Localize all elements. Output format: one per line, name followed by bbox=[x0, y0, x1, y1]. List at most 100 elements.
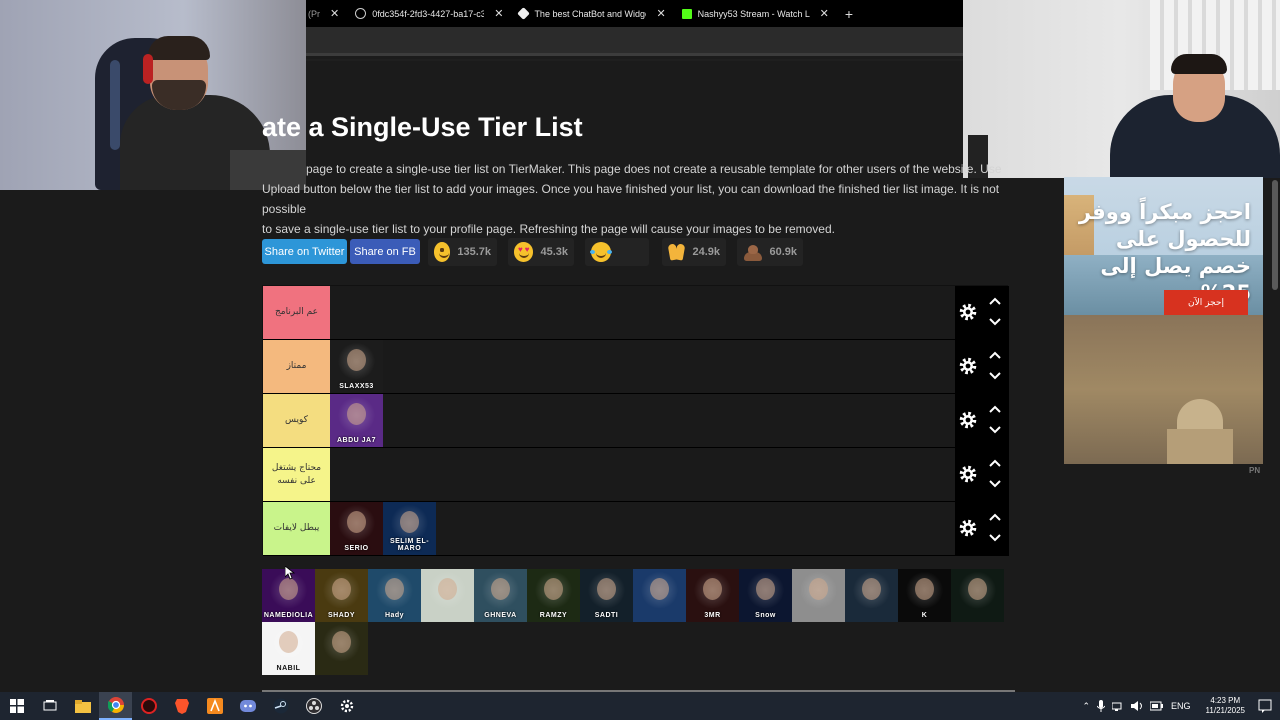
browser-tab-strip: (Pr ✕ 0fdc354f-2fd3-4427-ba17-c3f5 ✕ The… bbox=[306, 0, 963, 27]
chevron-down-icon[interactable] bbox=[989, 479, 1001, 489]
browser-toolbar bbox=[306, 27, 963, 56]
speaker-icon[interactable] bbox=[1131, 701, 1143, 711]
chevron-up-icon[interactable] bbox=[989, 404, 1001, 414]
item-caption: ABDU JA7 bbox=[336, 437, 376, 444]
tier-item-image[interactable]: SLAXX53 bbox=[330, 340, 383, 393]
grin-emoji-icon bbox=[434, 242, 451, 262]
tier-item-image[interactable]: RAMZY bbox=[527, 569, 580, 622]
close-icon[interactable]: ✕ bbox=[820, 7, 829, 20]
avatar-figure bbox=[650, 578, 669, 600]
chevron-down-icon[interactable] bbox=[989, 371, 1001, 381]
tier-item-image[interactable]: Hady bbox=[368, 569, 421, 622]
browser-tab[interactable]: 0fdc354f-2fd3-4427-ba17-c3f5 ✕ bbox=[347, 0, 511, 27]
browser-tab[interactable]: Nashyy53 Stream - Watch Live ✕ bbox=[674, 0, 837, 27]
clock[interactable]: 4:23 PM 11/21/2025 bbox=[1206, 696, 1245, 716]
tier-item-image[interactable] bbox=[315, 622, 368, 675]
tier-item-image[interactable] bbox=[792, 569, 845, 622]
tab-title: 0fdc354f-2fd3-4427-ba17-c3f5 bbox=[372, 8, 485, 19]
close-icon[interactable]: ✕ bbox=[656, 7, 665, 20]
share-twitter-button[interactable]: Share on Twitter bbox=[262, 239, 347, 264]
gear-icon[interactable] bbox=[958, 518, 978, 538]
tier-item-image[interactable]: 3MR bbox=[686, 569, 739, 622]
chevron-up-icon[interactable]: ⌃ bbox=[1082, 701, 1090, 712]
language-indicator[interactable]: ENG bbox=[1171, 701, 1191, 711]
avatar-figure bbox=[438, 578, 457, 600]
taskbar-discord[interactable] bbox=[231, 692, 264, 720]
item-caption: SHADY bbox=[327, 612, 355, 619]
tier-item-image[interactable] bbox=[421, 569, 474, 622]
tier-item-image[interactable]: SELIM EL-MARO bbox=[383, 502, 436, 555]
scrollbar-thumb[interactable] bbox=[1272, 180, 1278, 290]
avatar-figure bbox=[347, 349, 366, 371]
reaction-grin-button[interactable]: 135.7k bbox=[428, 238, 497, 266]
tier-item-image[interactable] bbox=[845, 569, 898, 622]
tier-items[interactable] bbox=[330, 286, 955, 339]
gear-icon[interactable] bbox=[958, 464, 978, 484]
heart-eyes-emoji-icon bbox=[514, 242, 534, 262]
system-tray: ⌃ ENG 4:23 PM 11/21/2025 bbox=[1082, 692, 1280, 720]
tier-item-image[interactable]: SADTI bbox=[580, 569, 633, 622]
chevron-up-icon[interactable] bbox=[989, 458, 1001, 468]
tier-label[interactable]: يبطل لايفات bbox=[263, 502, 330, 555]
tier-items[interactable] bbox=[330, 448, 955, 501]
tier-label[interactable]: محتاج يشتغل على نفسه bbox=[263, 448, 330, 501]
tier-item-image[interactable]: K bbox=[898, 569, 951, 622]
chevron-up-icon[interactable] bbox=[989, 296, 1001, 306]
headset bbox=[143, 54, 153, 84]
tier-item-image[interactable]: SERIO bbox=[330, 502, 383, 555]
close-icon[interactable]: ✕ bbox=[330, 7, 339, 20]
network-icon[interactable] bbox=[1112, 701, 1124, 711]
tier-item-image[interactable]: NABIL bbox=[262, 622, 315, 675]
gear-icon[interactable] bbox=[958, 410, 978, 430]
item-caption: Hady bbox=[384, 612, 405, 619]
taskbar-file-explorer[interactable] bbox=[66, 692, 99, 720]
tier-item-image[interactable]: ABDU JA7 bbox=[330, 394, 383, 447]
notification-icon[interactable] bbox=[1258, 699, 1272, 713]
tier-item-image[interactable] bbox=[633, 569, 686, 622]
taskbar-settings[interactable] bbox=[330, 692, 363, 720]
chevron-down-icon[interactable] bbox=[989, 425, 1001, 435]
taskbar-app[interactable] bbox=[132, 692, 165, 720]
tier-item-image[interactable]: SHADY bbox=[315, 569, 368, 622]
avatar-figure bbox=[862, 578, 881, 600]
tier-items[interactable]: SLAXX53 bbox=[330, 340, 955, 393]
tier-label[interactable]: ممتاز bbox=[263, 340, 330, 393]
reaction-raised-hands-button[interactable]: 24.9k bbox=[662, 238, 726, 266]
new-tab-button[interactable]: + bbox=[837, 6, 861, 22]
reaction-heart-eyes-button[interactable]: 45.3k bbox=[508, 238, 574, 266]
taskbar-brave[interactable] bbox=[165, 692, 198, 720]
clock-date: 11/21/2025 bbox=[1205, 706, 1245, 715]
tier-item-image[interactable]: Snow bbox=[739, 569, 792, 622]
task-view-button[interactable] bbox=[33, 692, 66, 720]
tier-items[interactable]: ABDU JA7 bbox=[330, 394, 955, 447]
reaction-poop-button[interactable]: 60.9k bbox=[737, 238, 803, 266]
taskbar-chrome[interactable] bbox=[99, 692, 132, 720]
ad-cta-button[interactable]: إحجز الآن bbox=[1164, 290, 1248, 315]
avatar-figure bbox=[491, 578, 510, 600]
tier-items[interactable]: SERIO SELIM EL-MARO bbox=[330, 502, 955, 555]
share-facebook-button[interactable]: Share on FB bbox=[350, 239, 420, 264]
browser-tab[interactable]: The best ChatBot and Widgets ✕ bbox=[511, 0, 673, 27]
tier-label[interactable]: كويس bbox=[263, 394, 330, 447]
tier-item-image[interactable]: GHNEVA bbox=[474, 569, 527, 622]
gear-icon[interactable] bbox=[958, 302, 978, 322]
chevron-down-icon[interactable] bbox=[989, 317, 1001, 327]
close-icon[interactable]: ✕ bbox=[494, 7, 503, 20]
chevron-up-icon[interactable] bbox=[989, 350, 1001, 360]
taskbar-steam[interactable] bbox=[264, 692, 297, 720]
tier-label[interactable]: عم البرنامج bbox=[263, 286, 330, 339]
chevron-down-icon[interactable] bbox=[989, 533, 1001, 543]
reaction-joy-button[interactable] bbox=[585, 238, 649, 266]
browser-tab[interactable]: (Pr ✕ bbox=[306, 0, 347, 27]
chevron-up-icon[interactable] bbox=[989, 512, 1001, 522]
raised-hands-icon bbox=[668, 242, 685, 262]
taskbar-app[interactable] bbox=[198, 692, 231, 720]
gear-icon[interactable] bbox=[958, 356, 978, 376]
tier-item-image[interactable] bbox=[951, 569, 1004, 622]
start-button[interactable] bbox=[0, 692, 33, 720]
battery-icon[interactable] bbox=[1150, 701, 1164, 711]
taskbar-obs[interactable] bbox=[297, 692, 330, 720]
microphone-icon[interactable] bbox=[1097, 700, 1106, 712]
advertisement[interactable]: احجز مبكراً ووفر للحصول على خصم يصل إلى … bbox=[1064, 177, 1263, 464]
joy-emoji-icon bbox=[590, 242, 612, 262]
